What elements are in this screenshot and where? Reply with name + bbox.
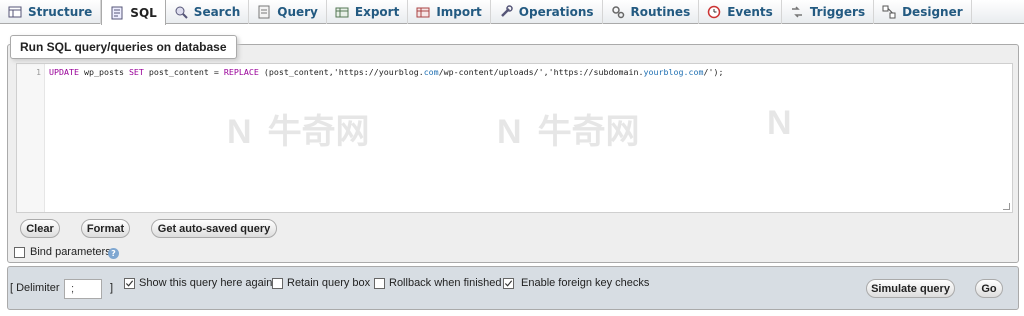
tab-label: Operations <box>518 5 594 19</box>
checkmark-icon <box>504 280 513 287</box>
tab-import[interactable]: Import <box>408 0 491 24</box>
show-query-label[interactable]: Show this query here again <box>139 277 272 289</box>
foreign-key-checks-checkbox[interactable] <box>503 278 514 289</box>
tab-operations[interactable]: Operations <box>491 0 603 24</box>
wrench-icon <box>499 5 513 19</box>
code-text: wp_posts <box>78 67 129 77</box>
code-text: (post_content,'https://yourblog. <box>258 67 424 77</box>
delimiter-close-bracket: ] <box>110 282 114 294</box>
delimiter-input[interactable] <box>64 279 102 299</box>
tab-label: Query <box>277 5 318 19</box>
tab-routines[interactable]: Routines <box>603 0 700 24</box>
tab-events[interactable]: Events <box>699 0 782 24</box>
keyword-set: SET <box>128 67 144 77</box>
rollback-checkbox[interactable] <box>374 278 385 289</box>
tab-label: SQL <box>130 5 157 20</box>
structure-icon <box>8 5 22 19</box>
sql-editor[interactable]: 1 UPDATE wp_posts SET post_content = REP… <box>16 63 1013 213</box>
tab-label: Triggers <box>809 5 866 19</box>
tab-label: Routines <box>630 5 691 19</box>
tab-label: Export <box>354 5 400 19</box>
code-text: post_content = <box>143 67 224 77</box>
help-icon[interactable]: ? <box>108 248 119 259</box>
query-icon <box>257 5 271 19</box>
line-gutter: 1 <box>17 64 45 212</box>
keyword-update: UPDATE <box>49 67 79 77</box>
tab-label: Search <box>193 5 241 19</box>
tab-bar: Structure SQL Search Query Export Import <box>0 0 1024 25</box>
tab-label: Designer <box>902 5 963 19</box>
foreign-key-checks-label[interactable]: Enable foreign key checks <box>521 277 649 289</box>
get-auto-saved-query-button[interactable]: Get auto-saved query <box>151 219 277 238</box>
line-number: 1 <box>36 68 41 77</box>
function-replace: REPLACE <box>223 67 259 77</box>
tab-search[interactable]: Search <box>166 0 250 24</box>
show-query-checkbox[interactable] <box>124 278 135 289</box>
clock-icon <box>707 5 721 19</box>
tab-designer[interactable]: Designer <box>874 0 972 24</box>
bind-parameters-checkbox[interactable] <box>14 247 25 258</box>
format-button[interactable]: Format <box>81 219 130 238</box>
sql-code-line: UPDATE wp_posts SET post_content = REPLA… <box>49 67 723 77</box>
retain-query-box-label[interactable]: Retain query box <box>287 277 370 289</box>
routines-icon <box>611 5 625 19</box>
tab-export[interactable]: Export <box>327 0 409 24</box>
rollback-label[interactable]: Rollback when finished <box>389 277 502 289</box>
search-icon <box>174 5 188 19</box>
sql-icon <box>110 6 124 20</box>
retain-query-box-checkbox[interactable] <box>272 278 283 289</box>
tab-sql[interactable]: SQL <box>101 0 166 25</box>
tab-structure[interactable]: Structure <box>0 0 102 24</box>
bind-parameters-label[interactable]: Bind parameters <box>30 246 111 258</box>
tab-query[interactable]: Query <box>249 0 327 24</box>
checkmark-icon <box>125 280 134 287</box>
resize-handle[interactable] <box>1003 203 1010 210</box>
code-text: /'); <box>703 67 724 77</box>
code-text: /wp-content/uploads/','https://subdomain… <box>438 67 644 77</box>
designer-icon <box>882 5 896 19</box>
go-button[interactable]: Go <box>975 279 1003 298</box>
tab-label: Events <box>727 5 773 19</box>
import-icon <box>416 5 430 19</box>
tab-label: Structure <box>28 5 93 19</box>
watermark: N <box>767 104 792 142</box>
tab-label: Import <box>436 5 482 19</box>
simulate-query-button[interactable]: Simulate query <box>866 279 955 298</box>
tab-triggers[interactable]: Triggers <box>782 0 875 24</box>
triggers-icon <box>790 5 804 19</box>
code-highlight: com <box>423 67 439 77</box>
fieldset-legend: Run SQL query/queries on database <box>10 35 237 59</box>
clear-button[interactable]: Clear <box>20 219 60 238</box>
watermark: N 牛奇网 <box>227 113 370 151</box>
delimiter-label: [ Delimiter <box>10 282 60 294</box>
export-icon <box>335 5 349 19</box>
watermark: N 牛奇网 <box>497 113 640 151</box>
code-highlight: yourblog.com <box>643 67 704 77</box>
